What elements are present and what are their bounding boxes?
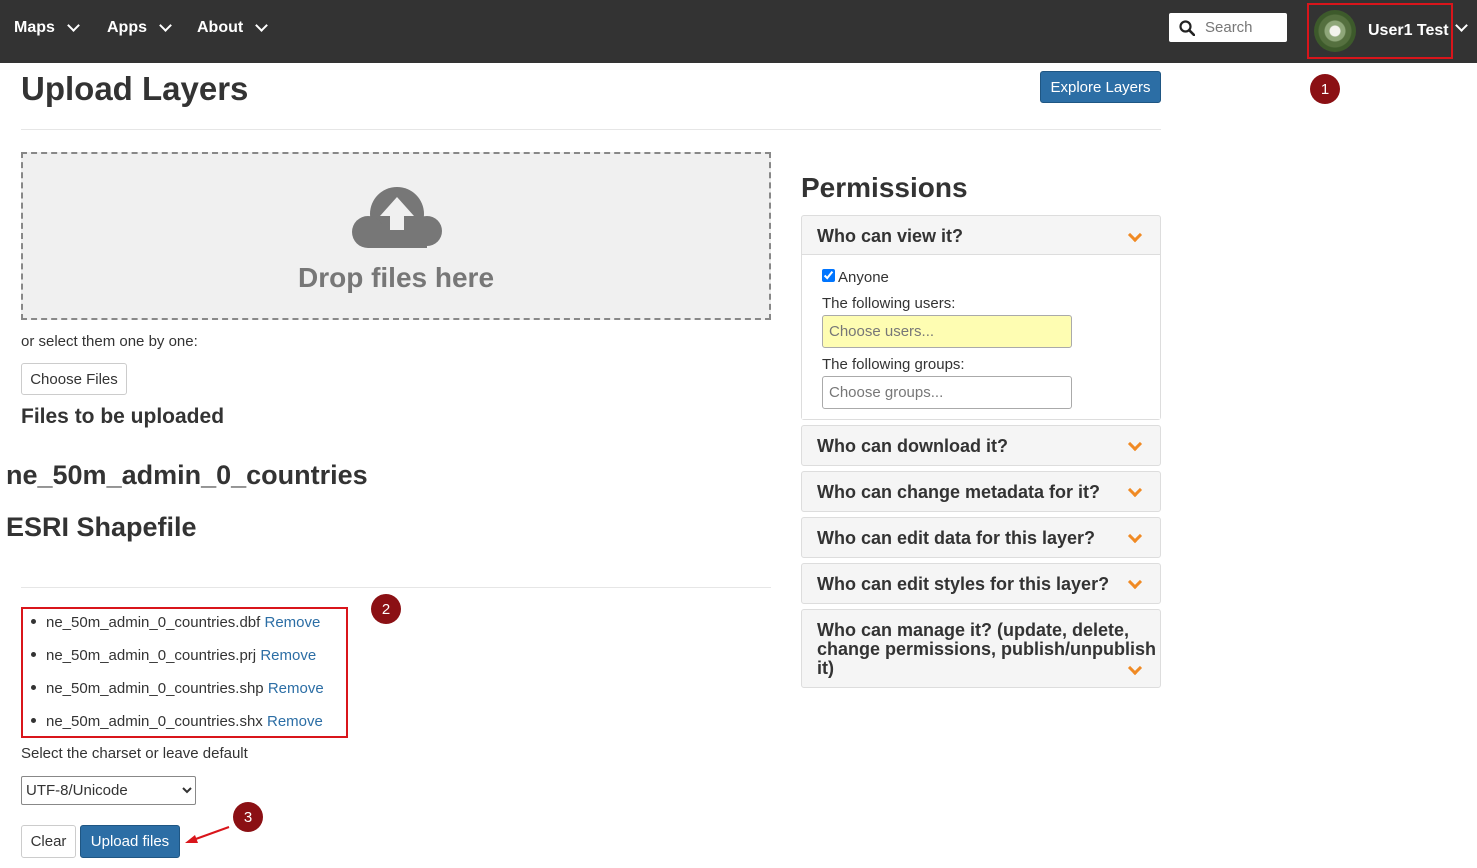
remove-file-link[interactable]: Remove bbox=[267, 713, 323, 730]
file-name: ne_50m_admin_0_countries.shx bbox=[46, 713, 263, 730]
layer-name: ne_50m_admin_0_countries bbox=[6, 460, 368, 490]
panel-title-line-1: Who can manage it? (update, delete, bbox=[817, 620, 1130, 640]
permission-panel-download[interactable]: Who can download it? bbox=[801, 425, 1161, 466]
panel-title: Who can edit styles for this layer? bbox=[817, 574, 1110, 594]
anyone-label: Anyone bbox=[838, 269, 889, 286]
chevron-down-icon[interactable] bbox=[1127, 482, 1143, 498]
cloud-upload-icon bbox=[352, 187, 442, 248]
bullet-icon bbox=[31, 652, 36, 658]
file-drop-zone[interactable]: Drop files here bbox=[21, 152, 771, 320]
file-name: ne_50m_admin_0_countries.dbf bbox=[46, 614, 261, 631]
anyone-checkbox[interactable] bbox=[822, 269, 835, 282]
annotation-badge-3: 3 bbox=[233, 802, 263, 832]
permission-panel-metadata[interactable]: Who can change metadata for it? bbox=[801, 471, 1161, 512]
remove-file-link[interactable]: Remove bbox=[265, 614, 321, 631]
nav-apps-menu[interactable]: Apps bbox=[107, 0, 172, 55]
search-icon bbox=[1179, 19, 1195, 36]
permission-panel-view: Who can view it? Anyone The following us… bbox=[801, 215, 1161, 420]
panel-title: Who can edit data for this layer? bbox=[817, 528, 1096, 548]
charset-select[interactable]: UTF-8/Unicode bbox=[21, 776, 196, 805]
chevron-down-icon[interactable] bbox=[1127, 528, 1143, 544]
groups-label: The following groups: bbox=[822, 356, 965, 373]
top-navbar: Maps Apps About User1 Test bbox=[0, 0, 1477, 63]
clear-button[interactable]: Clear bbox=[21, 825, 76, 858]
chevron-down-icon[interactable] bbox=[1127, 660, 1143, 676]
avatar bbox=[1314, 10, 1356, 52]
annotation-badge-1: 1 bbox=[1310, 74, 1340, 104]
remove-file-link[interactable]: Remove bbox=[260, 647, 316, 664]
layer-type: ESRI Shapefile bbox=[6, 512, 197, 542]
file-name: ne_50m_admin_0_countries.shp bbox=[46, 680, 264, 697]
panel-title: Who can download it? bbox=[817, 436, 1008, 456]
drop-files-text: Drop files here bbox=[297, 262, 495, 293]
bullet-icon bbox=[31, 619, 36, 625]
chevron-down-icon bbox=[159, 18, 172, 32]
divider bbox=[21, 587, 771, 588]
bullet-icon bbox=[31, 718, 36, 724]
permission-panel-edit-data[interactable]: Who can edit data for this layer? bbox=[801, 517, 1161, 558]
explore-layers-button[interactable]: Explore Layers bbox=[1040, 71, 1161, 103]
nav-maps-label: Maps bbox=[14, 18, 55, 36]
list-item: ne_50m_admin_0_countries.dbf Remove bbox=[31, 614, 320, 631]
upload-files-button[interactable]: Upload files bbox=[80, 825, 180, 858]
list-item: ne_50m_admin_0_countries.shp Remove bbox=[31, 680, 324, 697]
chevron-down-icon[interactable] bbox=[1455, 19, 1468, 32]
file-list-box: ne_50m_admin_0_countries.dbf Remove ne_5… bbox=[21, 607, 348, 738]
panel-title-line-2: change permissions, publish/unpublish bbox=[817, 639, 1157, 659]
nav-maps-menu[interactable]: Maps bbox=[14, 0, 80, 55]
divider bbox=[21, 129, 1161, 130]
nav-apps-label: Apps bbox=[107, 18, 147, 36]
users-input[interactable] bbox=[822, 315, 1072, 348]
chevron-down-icon[interactable] bbox=[1127, 574, 1143, 590]
page-title: Upload Layers bbox=[21, 70, 249, 107]
remove-file-link[interactable]: Remove bbox=[268, 680, 324, 697]
list-item: ne_50m_admin_0_countries.shx Remove bbox=[31, 713, 323, 730]
charset-label: Select the charset or leave default bbox=[21, 745, 248, 762]
user-name: User1 Test bbox=[1368, 22, 1449, 39]
permissions-title: Permissions bbox=[801, 172, 968, 203]
panel-title: Who can change metadata for it? bbox=[817, 482, 1101, 502]
permission-panel-manage[interactable]: Who can manage it? (update, delete, chan… bbox=[801, 609, 1161, 688]
nav-about-label: About bbox=[197, 18, 244, 36]
list-item: ne_50m_admin_0_countries.prj Remove bbox=[31, 647, 316, 664]
choose-files-button[interactable]: Choose Files bbox=[21, 363, 127, 395]
users-label: The following users: bbox=[822, 295, 956, 312]
search-box bbox=[1169, 13, 1287, 42]
search-input[interactable] bbox=[1205, 19, 1283, 36]
chevron-down-icon bbox=[255, 18, 269, 32]
nav-about-menu[interactable]: About bbox=[197, 0, 269, 55]
panel-title-line-3: it) bbox=[817, 658, 834, 678]
panel-title[interactable]: Who can view it? bbox=[817, 227, 963, 246]
annotation-badge-2: 2 bbox=[371, 594, 401, 624]
user-menu[interactable]: User1 Test bbox=[1307, 3, 1453, 59]
chevron-down-icon bbox=[67, 18, 80, 32]
file-name: ne_50m_admin_0_countries.prj bbox=[46, 647, 257, 664]
select-files-hint: or select them one by one: bbox=[21, 333, 198, 350]
bullet-icon bbox=[31, 685, 36, 691]
panel-body: Anyone The following users: The followin… bbox=[802, 254, 1160, 419]
chevron-down-icon[interactable] bbox=[1127, 227, 1143, 243]
chevron-down-icon[interactable] bbox=[1127, 436, 1143, 452]
files-to-upload-heading: Files to be uploaded bbox=[21, 405, 225, 428]
permission-panel-edit-styles[interactable]: Who can edit styles for this layer? bbox=[801, 563, 1161, 604]
annotation-arrow-icon bbox=[185, 826, 230, 843]
groups-input[interactable] bbox=[822, 376, 1072, 409]
